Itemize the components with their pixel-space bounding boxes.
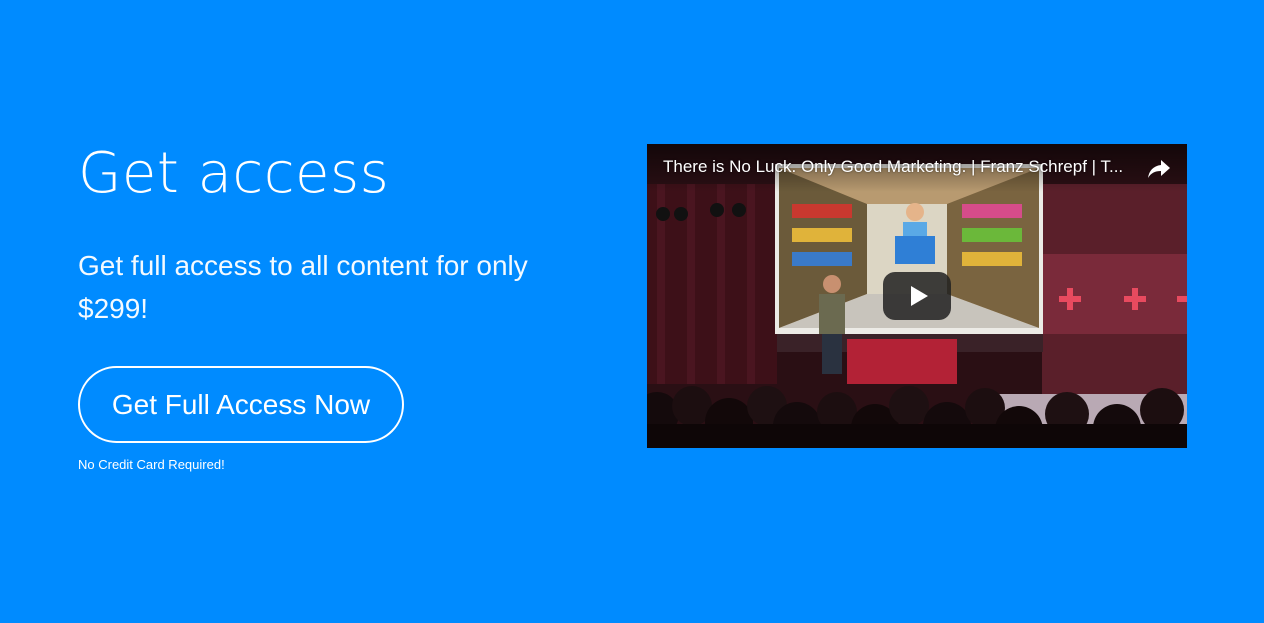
cta-button-label: Get Full Access Now — [111, 388, 371, 420]
play-icon — [910, 286, 928, 306]
pricing-subtext: Get full access to all content for only … — [78, 250, 528, 324]
get-full-access-button[interactable]: Get Full Access Now — [78, 366, 404, 443]
video-embed[interactable]: There is No Luck. Only Good Marketing. |… — [647, 144, 1187, 448]
no-credit-card-note: No Credit Card Required! — [78, 457, 225, 472]
hero-section: Get access Get full access to all conten… — [0, 0, 1264, 623]
share-arrow-icon[interactable] — [1147, 158, 1171, 180]
play-button[interactable] — [883, 272, 951, 320]
video-title[interactable]: There is No Luck. Only Good Marketing. |… — [663, 157, 1141, 177]
page-title: Get access — [78, 141, 390, 206]
hero-text-column: Get access Get full access to all conten… — [78, 140, 578, 472]
